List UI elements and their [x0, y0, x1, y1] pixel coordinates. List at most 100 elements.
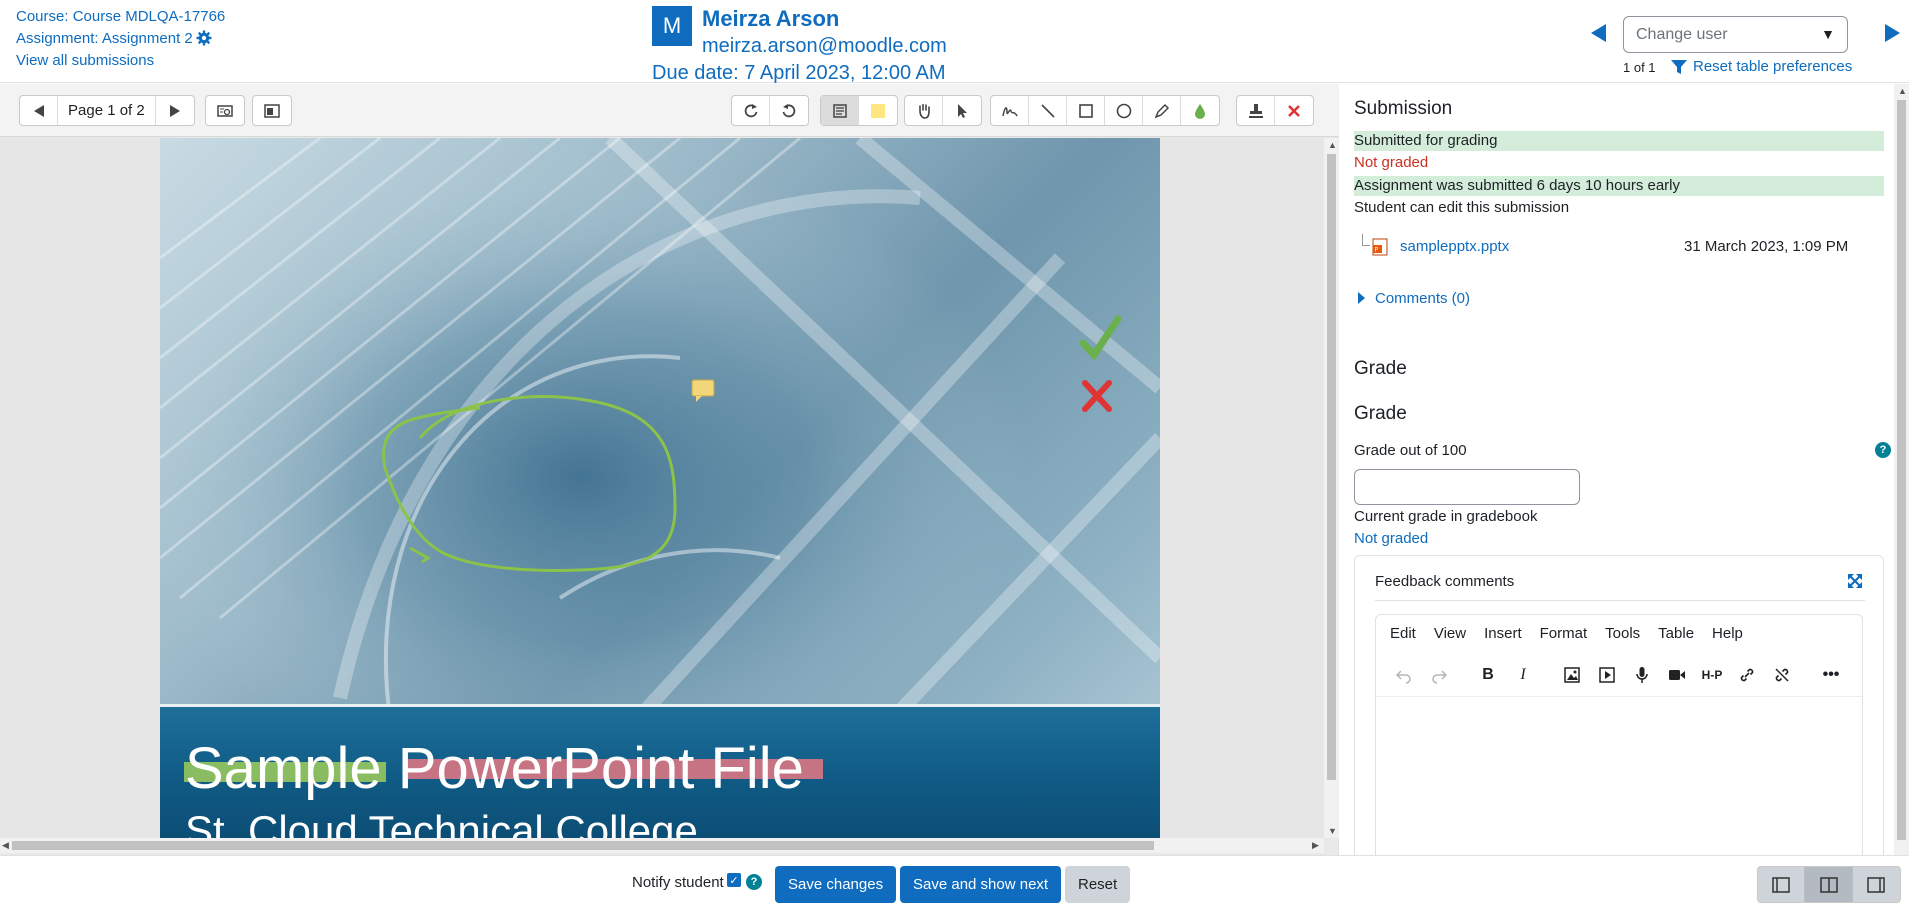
annotation-toolbar: Page 1 of 2 [0, 84, 1339, 137]
link-button[interactable] [1733, 661, 1761, 689]
previous-page-button[interactable] [20, 96, 58, 125]
next-page-button[interactable] [156, 96, 194, 125]
redo-button[interactable] [1425, 661, 1453, 689]
rectangle-tool-button[interactable] [1067, 96, 1105, 125]
menu-table[interactable]: Table [1658, 625, 1694, 653]
image-button[interactable] [1558, 661, 1586, 689]
record-audio-button[interactable] [1628, 661, 1656, 689]
comments-panel-icon [264, 103, 280, 118]
collapse-review-panel-button[interactable] [1853, 867, 1900, 902]
rotate-right-button[interactable] [770, 96, 808, 125]
more-button[interactable]: ••• [1817, 661, 1845, 689]
cross-stamp-icon [1082, 380, 1112, 412]
record-video-button[interactable] [1663, 661, 1691, 689]
unlink-button[interactable] [1768, 661, 1796, 689]
unlink-icon [1775, 667, 1789, 682]
rotate-right-icon [782, 103, 796, 117]
cursor-arrow-icon [958, 103, 967, 118]
editing-status: Student can edit this submission [1354, 199, 1570, 216]
scrollbar-thumb[interactable] [1327, 154, 1336, 780]
scroll-right-icon[interactable]: ▶ [1312, 840, 1319, 851]
grade-input[interactable] [1354, 469, 1580, 505]
caret-down-icon: ▼ [1821, 26, 1835, 42]
scroll-up-icon[interactable]: ▲ [1328, 140, 1337, 150]
help-icon[interactable]: ? [1875, 442, 1891, 458]
submission-comments-toggle[interactable]: Comments (0) [1358, 290, 1470, 307]
highlight-tool-button[interactable] [1143, 96, 1181, 125]
pdf-page[interactable]: Sample PowerPoint File St. Cloud Technic… [160, 138, 1160, 838]
search-comments-icon [217, 104, 233, 117]
media-button[interactable] [1593, 661, 1621, 689]
scroll-down-icon[interactable]: ▼ [1328, 826, 1337, 836]
notify-student-label: Notify student [632, 874, 724, 891]
grader-header: Course: Course MDLQA-17766 Assignment: A… [0, 0, 1909, 84]
scrollbar-thumb[interactable] [1897, 100, 1906, 840]
current-grade-label: Current grade in gradebook [1354, 508, 1538, 525]
change-user-select[interactable]: Change user ▼ [1623, 16, 1848, 53]
reset-button[interactable]: Reset [1065, 866, 1131, 903]
current-grade-link[interactable]: Not graded [1354, 530, 1428, 547]
rich-text-editor[interactable]: Edit View Insert Format Tools Table Help… [1375, 614, 1863, 855]
editor-menubar: Edit View Insert Format Tools Table Help [1376, 615, 1862, 653]
menu-tools[interactable]: Tools [1605, 625, 1640, 653]
expand-collapse-comments-button[interactable] [253, 96, 291, 125]
line-tool-button[interactable] [1029, 96, 1067, 125]
view-all-submissions-link[interactable]: View all submissions [16, 52, 154, 69]
comment-colour-button[interactable] [859, 96, 897, 125]
undo-button[interactable] [1390, 661, 1418, 689]
h5p-button[interactable]: H-P [1698, 661, 1726, 689]
viewer-vertical-scrollbar[interactable]: ▲ ▼ [1324, 138, 1339, 838]
annotation-colour-button[interactable] [1181, 96, 1219, 125]
menu-insert[interactable]: Insert [1484, 625, 1522, 653]
select-tool-button[interactable] [943, 96, 981, 125]
menu-view[interactable]: View [1434, 625, 1466, 653]
gear-icon[interactable] [196, 30, 212, 46]
assignment-link[interactable]: Assignment: Assignment 2 [16, 30, 193, 47]
stamp-group [1236, 95, 1314, 126]
italic-button[interactable]: I [1509, 661, 1537, 689]
oval-tool-button[interactable] [1105, 96, 1143, 125]
default-layout-button[interactable] [1805, 867, 1853, 902]
annotation-layer [382, 315, 1122, 572]
next-user-icon[interactable] [1885, 24, 1900, 42]
notify-student-checkbox[interactable]: ✓ [727, 873, 741, 887]
previous-user-icon[interactable] [1591, 24, 1606, 42]
course-link[interactable]: Course: Course MDLQA-17766 [16, 8, 225, 25]
pan-tool-button[interactable] [905, 96, 943, 125]
menu-format[interactable]: Format [1540, 625, 1588, 653]
stamp-tool-button[interactable] [1237, 96, 1275, 125]
help-icon[interactable]: ? [746, 874, 762, 890]
scrollbar-thumb[interactable] [12, 841, 1154, 850]
submitted-file-link[interactable]: samplepptx.pptx [1400, 238, 1509, 255]
expand-icon[interactable] [1847, 573, 1863, 589]
bold-button[interactable]: B [1474, 661, 1502, 689]
save-and-show-next-button[interactable]: Save and show next [900, 866, 1062, 903]
comment-tool-button[interactable] [821, 96, 859, 125]
user-name-link[interactable]: Meirza Arson [702, 6, 839, 32]
menu-edit[interactable]: Edit [1390, 625, 1416, 653]
save-changes-button[interactable]: Save changes [775, 866, 897, 903]
collapse-grade-panel-button[interactable] [1758, 867, 1806, 902]
header-nav-links: Course: Course MDLQA-17766 Assignment: A… [16, 6, 225, 72]
scroll-up-icon[interactable]: ▲ [1898, 86, 1907, 96]
stamp-picker-button[interactable] [1275, 96, 1313, 125]
menu-help[interactable]: Help [1712, 625, 1743, 653]
page-label[interactable]: Page 1 of 2 [58, 96, 156, 125]
feedback-comments-label: Feedback comments [1375, 573, 1515, 590]
media-icon [1599, 666, 1615, 683]
viewer-horizontal-scrollbar[interactable]: ◀ ▶ [0, 838, 1324, 853]
grading-panel-scrollbar[interactable]: ▲ [1894, 84, 1909, 855]
image-icon [1564, 666, 1580, 683]
document-canvas[interactable]: Sample PowerPoint File St. Cloud Technic… [0, 138, 1324, 838]
line-icon [1040, 103, 1055, 118]
rotate-left-button[interactable] [732, 96, 770, 125]
filter-icon[interactable] [1671, 60, 1687, 74]
expand-group [252, 95, 292, 126]
undo-icon [1395, 669, 1411, 684]
reset-table-preferences-link[interactable]: Reset table preferences [1693, 58, 1852, 75]
search-comments-button[interactable] [206, 96, 244, 125]
pen-tool-button[interactable] [991, 96, 1029, 125]
user-email-link[interactable]: meirza.arson@moodle.com [702, 35, 947, 58]
scroll-left-icon[interactable]: ◀ [2, 840, 9, 851]
file-modified-date: 31 March 2023, 1:09 PM [1684, 238, 1849, 255]
